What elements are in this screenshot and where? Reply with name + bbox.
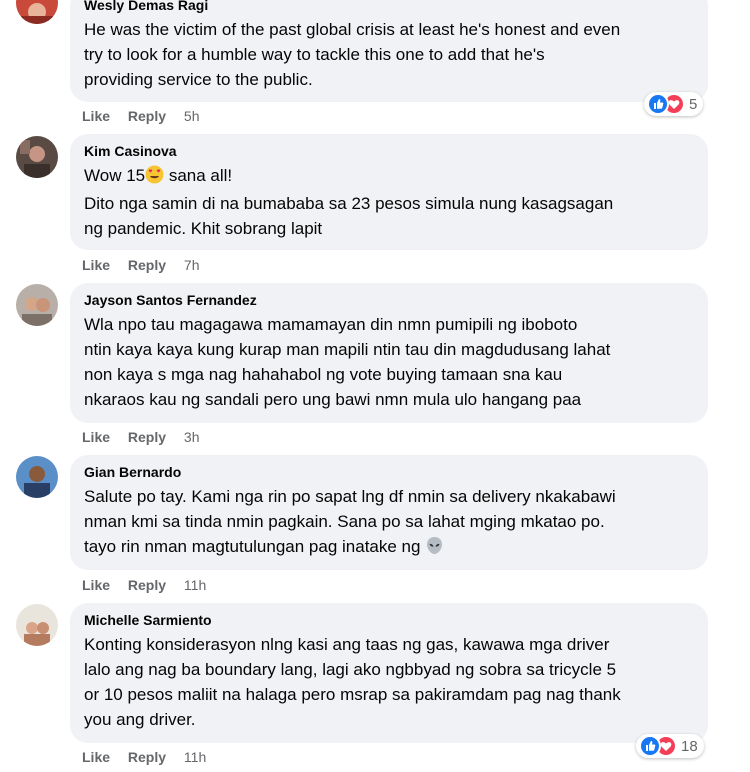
comment-bubble: Wesly Demas Ragi He was the victim of th… <box>70 0 708 102</box>
comment-bubble: Kim Casinova Wow 15 sana all! Dito nga s… <box>70 134 708 250</box>
comment-actions: Like Reply 11h <box>82 748 220 766</box>
comment-actions: Like Reply 7h <box>82 256 214 274</box>
like-button[interactable]: Like <box>82 749 110 765</box>
timestamp[interactable]: 3h <box>184 429 200 445</box>
comment-line-end: sana all! <box>164 166 233 185</box>
avatar[interactable] <box>16 136 58 178</box>
comment-text: Konting konsiderasyon nlng kasi ang taas… <box>84 632 694 732</box>
avatar-photo-icon <box>16 284 58 326</box>
reply-button[interactable]: Reply <box>128 108 166 124</box>
comment-line: tayo rin nman magtutulungan pag inatake … <box>84 534 694 562</box>
avatar-photo-icon <box>16 0 58 24</box>
commenter-name[interactable]: Michelle Sarmiento <box>84 611 694 629</box>
commenter-name[interactable]: Kim Casinova <box>84 142 694 160</box>
comment-line: lalo ang nag ba boundary lang, lagi ako … <box>84 660 617 679</box>
comment-line: Dito nga samin di na bumababa sa 23 peso… <box>84 194 614 213</box>
like-reaction-icon <box>647 93 669 115</box>
alien-emoji-icon <box>425 536 444 562</box>
avatar[interactable] <box>16 0 58 24</box>
comment-bubble: Jayson Santos Fernandez Wla npo tau maga… <box>70 283 708 423</box>
like-button[interactable]: Like <box>82 257 110 273</box>
like-button[interactable]: Like <box>82 577 110 593</box>
avatar[interactable] <box>16 604 58 646</box>
timestamp[interactable]: 11h <box>184 577 206 593</box>
reaction-summary[interactable]: 5 <box>644 92 704 116</box>
comment-line: ng pandemic. Khit sobrang lapit <box>84 219 323 238</box>
comment-bubble: Michelle Sarmiento Konting konsiderasyon… <box>70 603 708 743</box>
timestamp[interactable]: 7h <box>184 257 200 273</box>
comment-bubble: Gian Bernardo Salute po tay. Kami nga ri… <box>70 455 708 570</box>
comment-line: nkaraos kau ng sandali pero ung bawi nmn… <box>84 390 582 409</box>
commenter-name[interactable]: Wesly Demas Ragi <box>84 0 694 14</box>
reaction-count: 18 <box>681 737 698 755</box>
timestamp[interactable]: 5h <box>184 108 200 124</box>
comment-line: non kaya s mga nag hahahabol ng vote buy… <box>84 365 563 384</box>
comment-line: Konting konsiderasyon nlng kasi ang taas… <box>84 635 610 654</box>
reply-button[interactable]: Reply <box>128 257 166 273</box>
comment-line: He was the victim of the past global cri… <box>84 20 621 39</box>
avatar[interactable] <box>16 284 58 326</box>
comment-line-start: tayo rin nman magtutulungan pag inatake … <box>84 537 421 556</box>
comment-text: Wla npo tau magagawa mamamayan din nmn p… <box>84 312 694 412</box>
comment-line: or 10 pesos maliit na halaga pero msrap … <box>84 685 621 704</box>
comment-line: Wla npo tau magagawa mamamayan din nmn p… <box>84 315 578 334</box>
comment-line: providing service to the public. <box>84 70 313 89</box>
reaction-count: 5 <box>689 95 698 113</box>
comment-line: nman kmi sa tinda nmin pagkain. Sana po … <box>84 512 605 531</box>
like-button[interactable]: Like <box>82 108 110 124</box>
comment-line: Wow 15 sana all! <box>84 163 694 191</box>
comment-line: try to look for a humble way to tackle t… <box>84 45 545 64</box>
avatar-photo-icon <box>16 456 58 498</box>
comment-line: ntin kaya kaya kung kurap man mapili nti… <box>84 340 611 359</box>
comment-text: Wow 15 sana all! Dito nga samin di na bu… <box>84 163 694 241</box>
heart-eyes-emoji-icon <box>145 165 164 191</box>
avatar[interactable] <box>16 456 58 498</box>
comment-text: He was the victim of the past global cri… <box>84 17 694 92</box>
comment-actions: Like Reply 11h <box>82 576 220 594</box>
avatar-photo-icon <box>16 604 58 646</box>
like-reaction-icon <box>639 735 661 757</box>
comment-text: Salute po tay. Kami nga rin po sapat lng… <box>84 484 694 562</box>
commenter-name[interactable]: Jayson Santos Fernandez <box>84 291 694 309</box>
comment-line-start: Wow 15 <box>84 166 146 185</box>
like-button[interactable]: Like <box>82 429 110 445</box>
reply-button[interactable]: Reply <box>128 429 166 445</box>
comment-actions: Like Reply 3h <box>82 428 214 446</box>
comment-line: Salute po tay. Kami nga rin po sapat lng… <box>84 487 616 506</box>
timestamp[interactable]: 11h <box>184 749 206 765</box>
reaction-summary[interactable]: 18 <box>636 734 704 758</box>
comment-line: you ang driver. <box>84 710 196 729</box>
avatar-photo-icon <box>16 136 58 178</box>
reply-button[interactable]: Reply <box>128 577 166 593</box>
comment-actions: Like Reply 5h <box>82 107 214 125</box>
reply-button[interactable]: Reply <box>128 749 166 765</box>
commenter-name[interactable]: Gian Bernardo <box>84 463 694 481</box>
